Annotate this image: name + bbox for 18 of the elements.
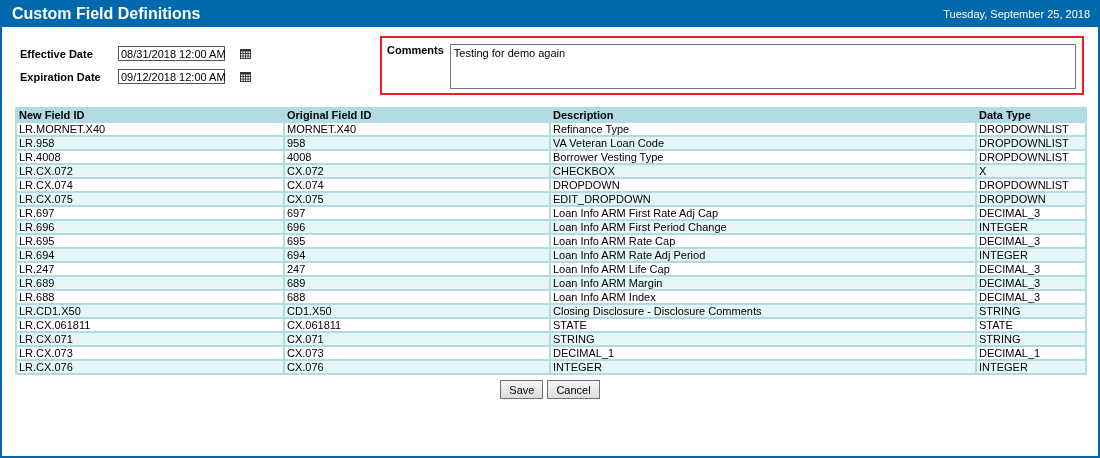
table-cell: INTEGER bbox=[550, 360, 976, 374]
calendar-icon[interactable] bbox=[240, 71, 251, 82]
page-title: Custom Field Definitions bbox=[12, 4, 201, 23]
field-label: Expiration Date bbox=[20, 70, 102, 83]
table-cell: CX.076 bbox=[284, 360, 550, 374]
table-cell: LR.CX.076 bbox=[16, 360, 284, 374]
table-cell: INTEGER bbox=[976, 360, 1086, 374]
calendar-icon[interactable] bbox=[240, 48, 251, 59]
column-header[interactable]: Original Field ID bbox=[284, 108, 550, 122]
save-button[interactable]: Save bbox=[500, 380, 544, 399]
column-header[interactable]: Description bbox=[550, 108, 976, 122]
field-label: Effective Date bbox=[20, 47, 94, 60]
cancel-button[interactable]: Cancel bbox=[547, 380, 600, 399]
current-date: Tuesday, September 25, 2018 bbox=[943, 7, 1090, 20]
column-header[interactable]: Data Type bbox=[976, 108, 1086, 122]
column-header[interactable]: New Field ID bbox=[16, 108, 284, 122]
comments-field[interactable]: Testing for demo again bbox=[449, 44, 1076, 89]
field-label: Comments bbox=[387, 44, 444, 56]
